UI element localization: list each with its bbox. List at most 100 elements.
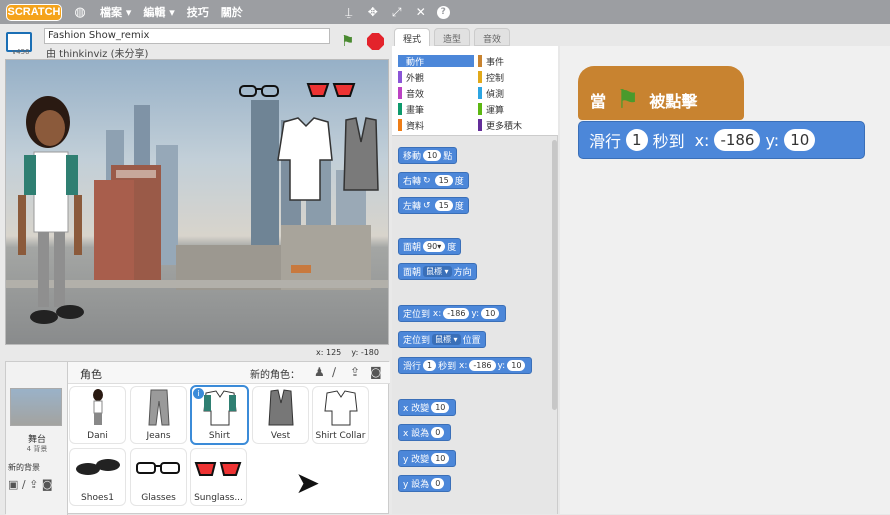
sprite-library-icon[interactable]: ♟ <box>314 365 325 379</box>
scratch-logo[interactable]: SCRATCH <box>6 3 62 21</box>
sprite-name: Glasses <box>141 493 176 503</box>
stage[interactable] <box>5 59 389 345</box>
category-sensing[interactable]: 偵測 <box>478 87 554 100</box>
glide-y-input[interactable]: 10 <box>784 129 816 151</box>
category-motion[interactable]: 動作 <box>398 55 474 68</box>
block-move[interactable]: 移動 10 點 <box>398 147 458 164</box>
turn-right-icon: ↻ <box>423 175 431 186</box>
menu-file[interactable]: 檔案 ▾ <box>100 4 131 20</box>
category-operators[interactable]: 運算 <box>478 103 554 116</box>
cut-icon[interactable]: ✥ <box>365 5 381 19</box>
tab-sounds[interactable]: 音效 <box>474 28 511 46</box>
menu-about[interactable]: 關於 <box>221 4 243 20</box>
block-text: 移動 <box>403 152 422 162</box>
block-input[interactable]: 10 <box>507 360 526 371</box>
globe-icon[interactable]: ◍ <box>72 5 88 20</box>
block-input[interactable]: 0 <box>431 478 445 489</box>
sprite-name: Dani <box>87 431 108 441</box>
vest-sprite[interactable] <box>343 117 379 191</box>
block-input[interactable]: 10 <box>431 453 450 464</box>
block-input[interactable]: 10 <box>431 402 450 413</box>
paint-sprite-icon[interactable]: ∕ <box>332 365 336 379</box>
sprite-name: Sunglass... <box>194 493 243 503</box>
block-text: 滑行 <box>403 362 422 372</box>
sprite-tile-dani[interactable]: Dani <box>69 386 126 444</box>
sprite-tile-vest[interactable]: Vest <box>252 386 309 444</box>
sprites-header: 角色 新的角色： ♟ ∕ ⇪ ◙ <box>68 362 390 384</box>
dani-sprite[interactable] <box>18 96 84 324</box>
block-text: 度 <box>454 177 464 187</box>
sunglasses-sprite[interactable] <box>306 83 356 97</box>
shrink-icon[interactable]: ✕ <box>413 5 429 19</box>
category-events[interactable]: 事件 <box>478 55 554 68</box>
sprite-tile-jeans[interactable]: Jeans <box>130 386 187 444</box>
block-dropdown[interactable]: 鼠標 ▾ <box>423 266 452 277</box>
camera-sprite-icon[interactable]: ◙ <box>370 365 382 379</box>
tab-scripts[interactable]: 程式 <box>394 28 431 46</box>
block-input[interactable]: -186 <box>443 308 470 319</box>
category-looks[interactable]: 外觀 <box>398 71 474 84</box>
tab-costumes[interactable]: 造型 <box>434 28 471 46</box>
green-flag-icon[interactable]: ⚑ <box>341 32 354 50</box>
block-turn-right[interactable]: 右轉 ↻ 15 度 <box>398 172 469 189</box>
stage-thumbnail[interactable] <box>10 388 62 426</box>
when-flag-clicked-block[interactable]: 當 ⚑ 被點擊 <box>578 66 744 120</box>
sprite-tile-glasses[interactable]: Glasses <box>130 448 187 506</box>
block-input[interactable]: 15 <box>434 200 453 211</box>
block-point-towards[interactable]: 面朝 鼠標 ▾ 方向 <box>398 263 477 280</box>
project-title-input[interactable]: Fashion Show_remix <box>44 28 330 44</box>
category-label: 外觀 <box>406 73 425 84</box>
block-palette: 動作 事件 外觀 控制 音效 偵測 畫筆 運算 資料 更多積木 <box>392 46 558 514</box>
glide-secs-input[interactable]: 1 <box>626 129 648 151</box>
upload-sprite-icon[interactable]: ⇪ <box>350 365 360 379</box>
sprite-tile-sunglasses[interactable]: Sunglass... <box>190 448 247 506</box>
block-point-direction[interactable]: 面朝 90▾ 度 <box>398 238 462 255</box>
stamp-icon[interactable]: ⍊ <box>341 5 357 20</box>
block-dropdown[interactable]: 鼠標 ▾ <box>432 334 461 345</box>
glasses-sprite[interactable] <box>239 85 279 97</box>
block-goto-xy[interactable]: 定位到 x: -186 y: 10 <box>398 305 507 322</box>
block-change-x[interactable]: x 改變 10 <box>398 399 457 416</box>
block-input[interactable]: -186 <box>469 360 496 371</box>
block-input[interactable]: 10 <box>423 150 442 161</box>
sprite-tile-shirt[interactable]: i Shirt <box>190 385 249 445</box>
camera-backdrop-icon[interactable]: ◙ <box>42 478 53 491</box>
block-text: 點 <box>443 152 453 162</box>
block-text: 面朝 <box>403 268 422 278</box>
block-turn-left[interactable]: 左轉 ↺ 15 度 <box>398 197 469 214</box>
backdrop-library-icon[interactable]: ▣ <box>8 478 18 491</box>
sprite-name: Jeans <box>146 431 171 441</box>
sprites-label: 角色 <box>80 368 102 381</box>
block-input[interactable]: 15 <box>434 175 453 186</box>
category-more-blocks[interactable]: 更多積木 <box>478 119 554 132</box>
block-set-y[interactable]: y 設為 0 <box>398 475 452 492</box>
sprite-name: Shoes1 <box>81 493 114 503</box>
glide-block[interactable]: 滑行 1 秒到 x: -186 y: 10 <box>578 121 865 159</box>
info-icon[interactable]: i <box>193 388 204 399</box>
help-icon[interactable]: ? <box>436 5 450 19</box>
category-data[interactable]: 資料 <box>398 119 474 132</box>
block-change-y[interactable]: y 改變 10 <box>398 450 457 467</box>
category-pen[interactable]: 畫筆 <box>398 103 474 116</box>
sprite-tile-shirt-collar[interactable]: Shirt Collar <box>312 386 369 444</box>
grow-icon[interactable]: ⤢ <box>389 5 405 20</box>
block-set-x[interactable]: x 設為 0 <box>398 424 452 441</box>
block-input[interactable]: 0 <box>431 427 445 438</box>
palette-scrollbar[interactable] <box>552 140 557 410</box>
sprite-tile-shoes1[interactable]: Shoes1 <box>69 448 126 506</box>
menu-tips[interactable]: 技巧 <box>187 4 209 20</box>
menu-edit[interactable]: 編輯 ▾ <box>143 4 174 20</box>
block-glide[interactable]: 滑行 1 秒到 x: -186 y: 10 <box>398 357 533 374</box>
block-input[interactable]: 90▾ <box>423 241 446 252</box>
new-sprite-label: 新的角色： <box>250 370 300 381</box>
glide-x-input[interactable]: -186 <box>714 129 761 151</box>
category-sound[interactable]: 音效 <box>398 87 474 100</box>
version-label: v456 <box>12 48 30 56</box>
category-label: 動作 <box>406 57 425 68</box>
block-input[interactable]: 1 <box>423 360 437 371</box>
upload-backdrop-icon[interactable]: ⇪ <box>29 478 38 491</box>
paint-backdrop-icon[interactable]: ∕ <box>22 478 26 491</box>
category-control[interactable]: 控制 <box>478 71 554 84</box>
block-input[interactable]: 10 <box>481 308 500 319</box>
block-goto[interactable]: 定位到 鼠標 ▾ 位置 <box>398 331 486 348</box>
